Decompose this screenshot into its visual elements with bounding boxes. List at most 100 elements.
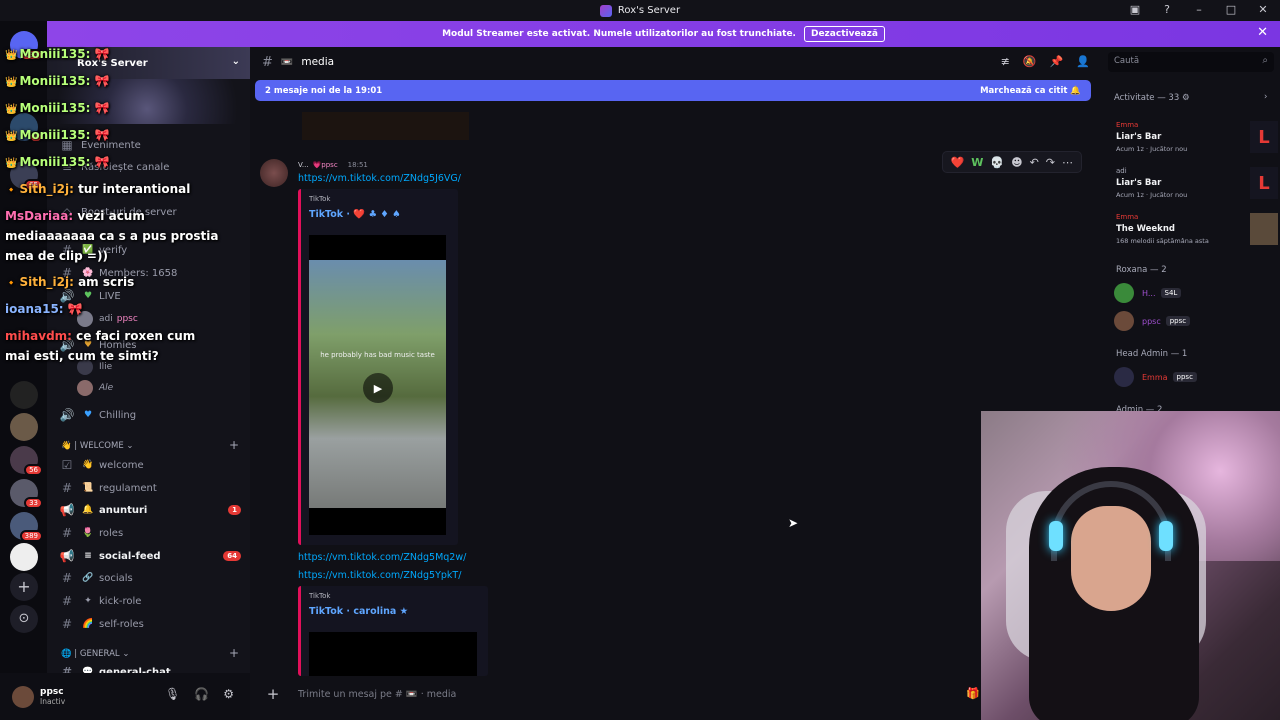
member-item[interactable]: Emma ppsc [1114, 367, 1197, 387]
microphone-icon[interactable]: 🎙 [165, 687, 180, 701]
server-icon[interactable]: 389 [10, 512, 43, 542]
add-channel-icon[interactable]: + [229, 646, 239, 660]
close-icon[interactable]: ✕ [1257, 25, 1268, 40]
channel-anunturi[interactable]: 📢 🔔 anunturi 1 [59, 500, 241, 520]
hash-icon: # [61, 617, 73, 631]
channel-header: # 📼 media ≢ 🔕 📌 👤 [250, 47, 1100, 77]
channel-kick-role[interactable]: # ✦ kick-role [59, 591, 241, 611]
play-icon[interactable]: ▶ [363, 373, 393, 403]
skull-reaction-icon[interactable]: 💀 [990, 156, 1004, 169]
reply-icon[interactable]: ↶ [1030, 156, 1039, 169]
chat-user: ioana15: [5, 302, 64, 316]
server-icon[interactable] [10, 381, 38, 409]
close-window-icon[interactable]: ✕ [1254, 3, 1272, 16]
chat-text: 🎀 [94, 74, 110, 88]
chevron-down-icon[interactable]: ⌄ [232, 56, 240, 67]
discover-icon[interactable]: ⊙ [10, 605, 38, 633]
chevron-right-icon[interactable]: › [1264, 92, 1267, 102]
channel-general-chat[interactable]: # 💬 general-chat [59, 662, 241, 673]
message-composer[interactable]: + Trimite un mesaj pe # 📼 · media [258, 680, 982, 708]
minimize-icon[interactable]: – [1190, 3, 1208, 16]
forward-icon[interactable]: ↷ [1046, 156, 1055, 169]
channel-label: social-feed [99, 550, 161, 562]
channel-chilling[interactable]: 🔊 ♥ Chilling [59, 405, 241, 425]
more-options-icon[interactable]: ⋯ [1062, 156, 1073, 169]
globe-icon: 🌐 [61, 649, 72, 659]
channel-social-feed[interactable]: 📢 ≡ social-feed 64 [59, 546, 241, 566]
category-label: | GENERAL [74, 649, 120, 659]
server-icon[interactable]: 56 [10, 446, 43, 476]
tiktok-embed: TikTok TikTok · ❤️ ♣ ♦ ♠ he probably has… [298, 189, 458, 545]
settings-gear-icon[interactable]: ⚙ [223, 687, 234, 701]
channel-welcome[interactable]: ☑ 👋 welcome [59, 455, 241, 475]
message-author[interactable]: V... [298, 161, 309, 169]
hash-icon: # [61, 571, 73, 585]
tiktok-link[interactable]: https://vm.tiktok.com/ZNdg5YpkT/ [298, 570, 461, 581]
user-name: ppsc [40, 687, 64, 697]
activity-card[interactable]: Emma Liar's Bar Acum 1z · Jucător nou L [1116, 121, 1278, 153]
notification-mute-icon[interactable]: 🔕 [1023, 55, 1037, 68]
mouse-cursor-icon: ➤ [788, 516, 799, 530]
disable-streamer-button[interactable]: Dezactivează [803, 26, 885, 42]
heart-reaction-icon[interactable]: ❤️ [951, 156, 965, 169]
voice-user[interactable]: Ale [77, 380, 113, 396]
voice-user[interactable]: adi ppsc [77, 311, 138, 327]
activity-card[interactable]: adi Liar's Bar Acum 1z · Jucător nou L [1116, 167, 1278, 199]
game-thumbnail: L [1250, 167, 1278, 199]
video-player[interactable]: he probably has bad music taste ▶ [309, 235, 446, 535]
gift-icon[interactable]: 🎁 [966, 687, 980, 700]
headphones-icon[interactable]: 🎧 [194, 687, 209, 701]
channel-socials[interactable]: # 🔗 socials [59, 568, 241, 588]
member-group-header: Head Admin — 1 [1116, 349, 1187, 359]
settings-gear-icon[interactable]: ⚙ [1182, 93, 1190, 103]
avatar[interactable] [12, 685, 34, 708]
search-icon: ⌕ [1262, 55, 1268, 66]
chat-user: mihavdm: [5, 329, 72, 343]
activity-card[interactable]: Emma The Weeknd 168 melodii săptămâna as… [1116, 213, 1278, 245]
previous-embed-image [302, 112, 469, 140]
channel-label: roles [99, 527, 124, 539]
channel-label: Chilling [99, 409, 137, 421]
member-item[interactable]: H... S4L [1114, 283, 1182, 303]
member-item[interactable]: ppsc ppsc [1114, 311, 1191, 331]
activity-header[interactable]: Activitate — 33 ⚙ › [1114, 92, 1267, 103]
server-icon[interactable]: 33 [10, 479, 43, 509]
album-thumbnail [1250, 213, 1278, 245]
add-reaction-icon[interactable]: ☻ [1011, 156, 1022, 169]
inbox-icon[interactable]: ▣ [1126, 3, 1144, 16]
embed-title[interactable]: TikTok · ❤️ ♣ ♦ ♠ [309, 209, 401, 220]
help-icon[interactable]: ? [1158, 3, 1176, 16]
user-info[interactable]: ppsc Inactiv [40, 687, 65, 706]
chat-user: Moniii135: [19, 74, 91, 88]
threads-icon[interactable]: ≢ [1001, 55, 1010, 68]
maximize-icon[interactable]: □ [1222, 3, 1240, 16]
chat-line: 👑 Moniii135: 🎀 [5, 72, 110, 92]
chat-line: 👑 Moniii135: 🎀 [5, 99, 110, 119]
pin-icon[interactable]: 📌 [1050, 55, 1064, 68]
chat-line: mihavdm: ce faci roxen cum [5, 327, 195, 346]
search-input[interactable]: Caută ⌕ [1108, 52, 1274, 72]
tiktok-link[interactable]: https://vm.tiktok.com/ZNdg5J6VG/ [298, 173, 461, 184]
server-icon[interactable] [10, 543, 38, 571]
video-player[interactable] [309, 632, 477, 676]
member-list-icon[interactable]: 👤 [1076, 55, 1090, 68]
attach-plus-icon[interactable]: + [258, 685, 288, 703]
category-welcome[interactable]: 👋 | WELCOME ⌄ + [61, 438, 239, 452]
member-name: Emma [1142, 372, 1168, 382]
channel-regulament[interactable]: # 📜 regulament [59, 478, 241, 498]
add-channel-icon[interactable]: + [229, 438, 239, 452]
avatar[interactable] [260, 159, 288, 187]
chat-user: Moniii135: [19, 47, 91, 61]
mark-as-read-label: Marchează ca citit [980, 85, 1068, 96]
banner-text: Modul Streamer este activat. Numele util… [442, 29, 796, 39]
mark-as-read-button[interactable]: Marchează ca citit 🔔 [980, 86, 1081, 96]
category-general[interactable]: 🌐 | GENERAL ⌄ + [61, 646, 239, 660]
channel-self-roles[interactable]: # 🌈 self-roles [59, 614, 241, 634]
tiktok-link[interactable]: https://vm.tiktok.com/ZNdg5Mq2w/ [298, 552, 466, 563]
server-icon[interactable] [10, 413, 38, 441]
w-reaction-icon[interactable]: W [971, 156, 983, 169]
embed-title[interactable]: TikTok · carolina ★ [309, 606, 408, 617]
new-messages-bar[interactable]: 2 mesaje noi de la 19:01 Marchează ca ci… [255, 80, 1091, 101]
channel-roles[interactable]: # 🌷 roles [59, 523, 241, 543]
add-server-icon[interactable]: + [10, 573, 38, 601]
